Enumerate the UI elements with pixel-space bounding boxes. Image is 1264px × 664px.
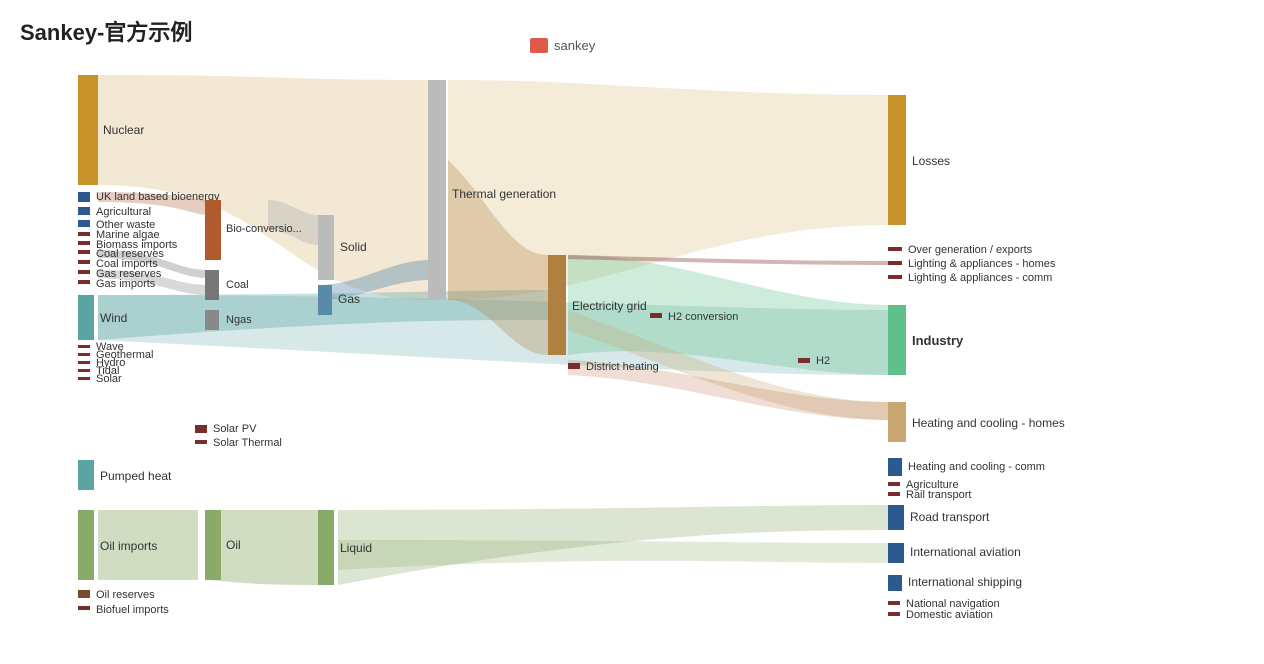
node-dom-aviation bbox=[888, 612, 900, 616]
node-wind bbox=[78, 295, 94, 340]
node-lighting-homes bbox=[888, 261, 902, 265]
label-ngas: Ngas bbox=[226, 314, 252, 326]
node-bio-conversion bbox=[205, 200, 221, 260]
label-gas-mid2: Gas bbox=[338, 292, 360, 306]
node-losses bbox=[888, 95, 906, 225]
label-biofuel-imports: Biofuel imports bbox=[96, 604, 169, 616]
node-agricultural bbox=[78, 207, 90, 215]
node-biomass-imports bbox=[78, 241, 90, 245]
label-lighting-comm: Lighting & appliances - comm bbox=[908, 272, 1052, 284]
label-liquid: Liquid bbox=[340, 541, 372, 555]
node-solid bbox=[318, 215, 334, 280]
label-gas-imports: Gas imports bbox=[96, 278, 156, 290]
label-thermal-generation: Thermal generation bbox=[452, 187, 556, 201]
label-intl-shipping: International shipping bbox=[908, 575, 1022, 589]
node-wave bbox=[78, 345, 90, 348]
node-solar-thermal bbox=[195, 440, 207, 444]
node-industry bbox=[888, 305, 906, 375]
label-nuclear: Nuclear bbox=[103, 123, 144, 137]
label-electricity-grid: Electricity grid bbox=[572, 299, 647, 313]
node-intl-shipping bbox=[888, 575, 902, 591]
label-coal-mid: Coal bbox=[226, 279, 249, 291]
label-solid: Solid bbox=[340, 240, 367, 254]
legend-overlay: sankey bbox=[530, 38, 595, 53]
node-biofuel-imports bbox=[78, 606, 90, 610]
node-h2 bbox=[798, 358, 810, 363]
label-lighting-homes: Lighting & appliances - homes bbox=[908, 258, 1056, 270]
node-gas-mid2 bbox=[318, 285, 332, 315]
node-uk-bioenergy bbox=[78, 192, 90, 202]
node-thermal-generation bbox=[428, 80, 446, 300]
label-uk-bioenergy: UK land based bioenergy bbox=[96, 191, 220, 203]
label-rail: Rail transport bbox=[906, 489, 971, 501]
label-over-gen: Over generation / exports bbox=[908, 244, 1033, 256]
label-industry: Industry bbox=[912, 333, 964, 348]
page-title-overlay: Sankey-官方示例 bbox=[20, 15, 192, 47]
label-solar: Solar bbox=[96, 373, 122, 385]
node-heating-comm bbox=[888, 458, 902, 476]
label-h2-conversion: H2 conversion bbox=[668, 311, 738, 323]
node-oil-reserves bbox=[78, 590, 90, 598]
node-ngas bbox=[205, 310, 219, 330]
label-intl-aviation: International aviation bbox=[910, 545, 1021, 559]
label-dom-aviation: Domestic aviation bbox=[906, 609, 993, 621]
node-gas-reserves bbox=[78, 270, 90, 274]
flow-liquid-aviation bbox=[338, 540, 890, 570]
node-hydro bbox=[78, 361, 90, 364]
label-oil-imports: Oil imports bbox=[100, 539, 157, 553]
node-liquid bbox=[318, 510, 334, 585]
node-solar-pv bbox=[195, 425, 207, 433]
node-road bbox=[888, 505, 904, 530]
node-coal-imports bbox=[78, 260, 90, 264]
node-oil-imports bbox=[78, 510, 94, 580]
node-district-heating bbox=[568, 363, 580, 369]
node-natl-nav bbox=[888, 601, 900, 605]
label-solar-thermal: Solar Thermal bbox=[213, 437, 282, 449]
label-solar-pv: Solar PV bbox=[213, 423, 257, 435]
label-oil-mid: Oil bbox=[226, 538, 241, 552]
node-pumped-heat bbox=[78, 460, 94, 490]
label-bio-conversion: Bio-conversio... bbox=[226, 223, 302, 235]
label-road: Road transport bbox=[910, 510, 990, 524]
node-nuclear bbox=[78, 75, 98, 185]
label-district-heating: District heating bbox=[586, 361, 659, 373]
node-other-waste bbox=[78, 220, 90, 227]
node-gas-imports bbox=[78, 280, 90, 284]
label-heating-comm: Heating and cooling - comm bbox=[908, 461, 1045, 473]
node-intl-aviation bbox=[888, 543, 904, 563]
node-marine-algae bbox=[78, 232, 90, 236]
node-coal-reserves bbox=[78, 250, 90, 254]
node-rail bbox=[888, 492, 900, 496]
label-agricultural: Agricultural bbox=[96, 206, 151, 218]
legend-color-box bbox=[530, 39, 548, 53]
node-electricity-grid bbox=[548, 255, 566, 355]
label-wind: Wind bbox=[100, 311, 127, 325]
node-geothermal bbox=[78, 353, 90, 356]
node-tidal bbox=[78, 369, 90, 372]
node-lighting-comm bbox=[888, 275, 902, 279]
label-oil-reserves: Oil reserves bbox=[96, 589, 155, 601]
node-agriculture bbox=[888, 482, 900, 486]
legend-text: sankey bbox=[554, 38, 595, 53]
sankey-chart: Nuclear UK land based bioenergy Agricult… bbox=[0, 0, 1264, 664]
node-oil-mid bbox=[205, 510, 221, 580]
node-heating-homes bbox=[888, 402, 906, 442]
label-heating-homes: Heating and cooling - homes bbox=[912, 416, 1065, 430]
node-coal-mid bbox=[205, 270, 219, 300]
node-over-gen bbox=[888, 247, 902, 251]
label-losses: Losses bbox=[912, 154, 950, 168]
label-h2: H2 bbox=[816, 355, 830, 367]
label-pumped-heat: Pumped heat bbox=[100, 469, 172, 483]
node-solar bbox=[78, 377, 90, 380]
node-h2-conversion bbox=[650, 313, 662, 318]
